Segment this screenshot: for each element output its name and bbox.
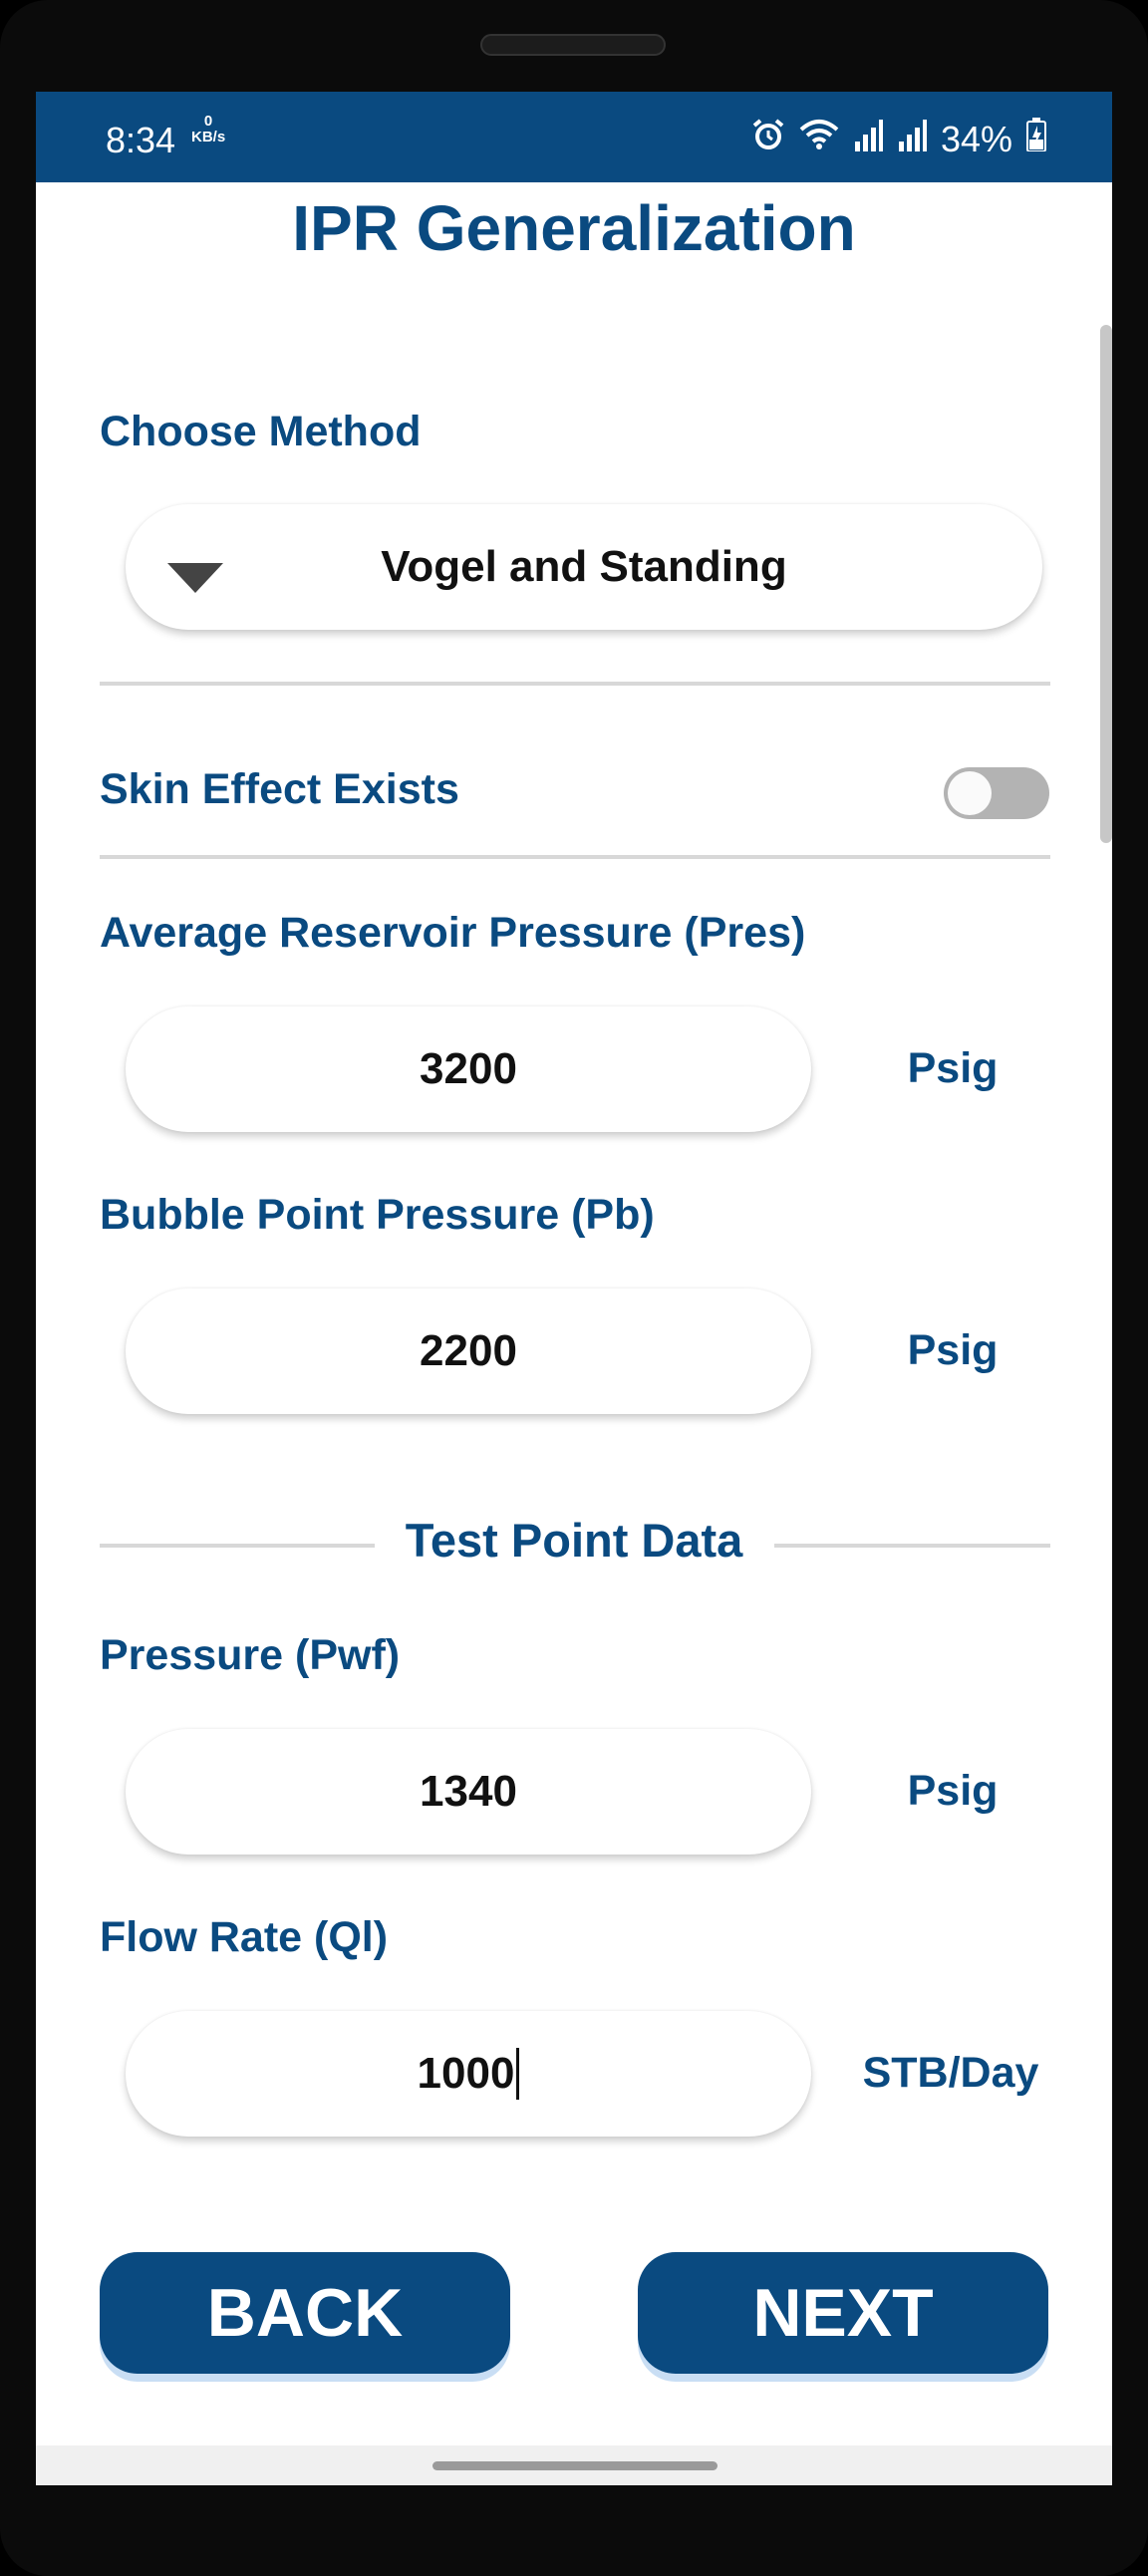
test-point-heading: Test Point Data xyxy=(405,1514,743,1567)
bubble-point-unit: Psig xyxy=(907,1326,999,1374)
battery-charging-icon xyxy=(1026,118,1046,160)
pwf-label: Pressure (Pwf) xyxy=(100,1631,401,1679)
next-button[interactable]: NEXT xyxy=(638,2252,1048,2374)
skin-effect-toggle[interactable] xyxy=(944,767,1049,819)
signal-icon-1 xyxy=(853,119,883,160)
alarm-icon xyxy=(751,118,785,160)
battery-percent: 34% xyxy=(940,118,1012,159)
dropdown-arrow-icon xyxy=(167,554,223,604)
reservoir-pressure-input[interactable]: 3200 xyxy=(126,1006,811,1132)
status-time: 8:34 xyxy=(106,120,176,160)
section-line-left xyxy=(100,1544,375,1548)
method-dropdown[interactable]: Vogel and Standing xyxy=(126,504,1042,630)
wifi-icon xyxy=(799,118,839,160)
back-button[interactable]: BACK xyxy=(100,2252,510,2374)
divider xyxy=(100,855,1050,859)
scrollbar[interactable] xyxy=(1100,325,1112,843)
status-icons: 34% xyxy=(751,118,1046,160)
app-screen: 8:34 0 KB/s 34% IPR Generalization Choos… xyxy=(36,92,1112,2485)
flow-rate-unit: STB/Day xyxy=(862,2049,1039,2097)
reservoir-pressure-unit: Psig xyxy=(907,1044,999,1092)
text-cursor xyxy=(516,2048,520,2100)
bubble-point-input[interactable]: 2200 xyxy=(126,1288,811,1414)
section-line-right xyxy=(774,1544,1050,1548)
pwf-unit: Psig xyxy=(907,1767,999,1815)
network-speed-value: 0 xyxy=(203,113,213,130)
method-label: Choose Method xyxy=(100,408,422,455)
network-speed: 0 KB/s xyxy=(191,114,225,145)
speaker-grille xyxy=(480,34,666,56)
home-gesture-handle[interactable] xyxy=(432,2461,718,2470)
divider xyxy=(100,682,1050,686)
navigation-bar xyxy=(36,2445,1112,2485)
flow-rate-value: 1000 xyxy=(417,2049,515,2098)
flow-rate-input[interactable]: 1000 xyxy=(126,2011,811,2137)
flow-rate-label: Flow Rate (Ql) xyxy=(100,1913,389,1961)
toggle-knob xyxy=(948,771,992,815)
pwf-input[interactable]: 1340 xyxy=(126,1729,811,1855)
signal-icon-2 xyxy=(897,119,927,160)
method-selected: Vogel and Standing xyxy=(381,542,787,591)
network-speed-unit: KB/s xyxy=(191,129,226,145)
reservoir-pressure-label: Average Reservoir Pressure (Pres) xyxy=(100,909,806,957)
phone-frame: 8:34 0 KB/s 34% IPR Generalization Choos… xyxy=(0,0,1148,2576)
status-bar: 8:34 0 KB/s 34% xyxy=(36,92,1112,182)
page-title: IPR Generalization xyxy=(292,192,856,264)
skin-effect-label: Skin Effect Exists xyxy=(100,765,459,813)
bubble-point-label: Bubble Point Pressure (Pb) xyxy=(100,1191,655,1239)
